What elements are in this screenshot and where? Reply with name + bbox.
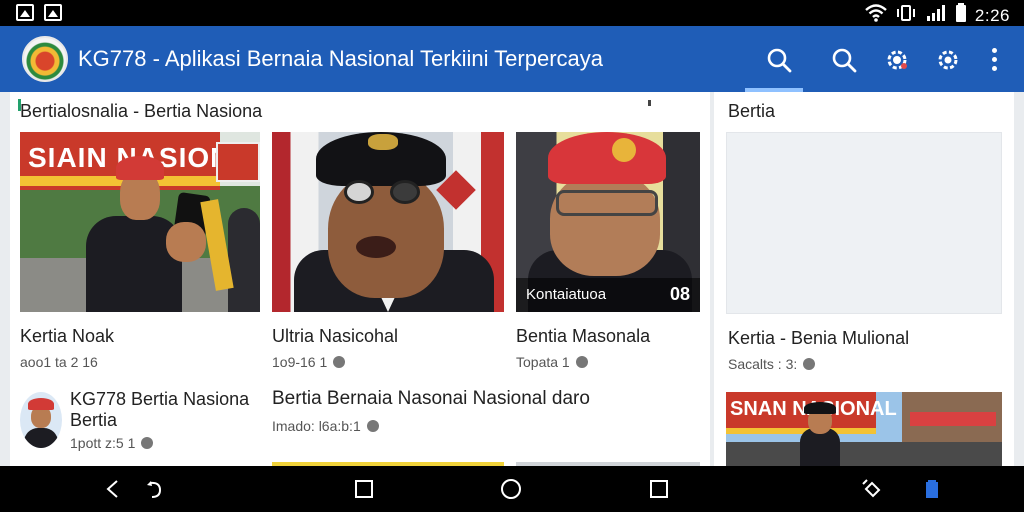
clock-icon: [141, 437, 154, 449]
news-card-title[interactable]: Bentia Masonala: [516, 326, 650, 347]
side-news-meta-text: Sacalts : 3:: [728, 356, 798, 372]
news-card-meta: Topata 1: [516, 354, 588, 370]
clock-icon: [366, 420, 379, 432]
news-row-title[interactable]: KG778 Bertia Nasiona: [70, 389, 249, 410]
news-card-meta-text: 1o9-16 1: [272, 354, 328, 370]
image-overlay: Kontaiatuoa 08: [516, 278, 700, 312]
side-section-title: Bertia: [728, 101, 776, 121]
signal-icon: [925, 4, 947, 27]
side-news-image[interactable]: SNAN NASIONAL: [726, 392, 1002, 466]
mouth: [356, 236, 396, 258]
news-card-image[interactable]: SIAIN NASIONAL: [20, 132, 260, 312]
news-card-image[interactable]: [272, 132, 504, 312]
banner-stripe: [726, 428, 876, 434]
news-card[interactable]: SIAIN NASIONAL Kertia Noak aoo1 ta 2 16: [20, 132, 260, 370]
image-placeholder[interactable]: [726, 132, 1002, 314]
recents-square-icon[interactable]: [648, 478, 670, 500]
glasses: [556, 190, 658, 216]
navigation-bar: [0, 466, 1024, 512]
wifi-icon: [865, 4, 887, 27]
clock: 2:26: [974, 5, 1010, 25]
clock-icon: [333, 356, 346, 368]
background-person: [228, 208, 260, 312]
app-bar: KG778 - Aplikasi Bernaia Nasional Terkii…: [0, 26, 1024, 92]
search-icon-secondary[interactable]: [830, 46, 858, 74]
red-cap: [116, 156, 164, 180]
vibrate-icon: [895, 4, 917, 27]
news-card-title[interactable]: Ultria Nasicohal: [272, 326, 398, 347]
news-row-meta: Imado: l6a:b:1: [272, 418, 379, 434]
section-marker: [648, 100, 651, 106]
image-notification-icon: [44, 4, 62, 21]
search-icon[interactable]: [765, 46, 793, 74]
clock-icon: [575, 356, 588, 368]
status-bar: 2:26: [0, 0, 1024, 26]
undo-icon[interactable]: [144, 478, 166, 500]
rotate-icon[interactable]: [861, 478, 883, 500]
news-card[interactable]: Kontaiatuoa 08 Bentia Masonala Topata 1: [516, 132, 700, 370]
news-card-title[interactable]: Kertia Noak: [20, 326, 114, 347]
person-face: [550, 172, 660, 276]
settings-alert-icon[interactable]: [883, 46, 911, 74]
side-news-panel: Bertia Kertia - Benia Mulional Sacalts :…: [714, 92, 1014, 466]
news-card-image[interactable]: Kontaiatuoa 08: [516, 132, 700, 312]
side-news-title[interactable]: Kertia - Benia Mulional: [728, 328, 909, 349]
main-news-panel: Bertialosnalia - Bertia Nasiona SIAIN NA…: [10, 92, 710, 466]
news-row-meta-text: 1pott z:5 1: [70, 435, 136, 451]
side-news-meta: Sacalts : 3:: [728, 356, 816, 372]
news-card-meta: 1o9-16 1: [272, 354, 346, 370]
news-row-meta-text: Imado: l6a:b:1: [272, 418, 361, 434]
more-vert-icon[interactable]: [990, 48, 998, 72]
content-area: Bertialosnalia - Bertia Nasiona SIAIN NA…: [0, 92, 1024, 466]
banner-sign: [216, 142, 260, 182]
glasses: [390, 180, 420, 204]
settings-icon[interactable]: [934, 46, 962, 74]
news-card-meta: aoo1 ta 2 16: [20, 354, 98, 370]
news-card-meta-text: Topata 1: [516, 354, 570, 370]
shop-sign: [910, 412, 996, 426]
news-row-title[interactable]: Bertia Bernaia Nasonai Nasional daro: [272, 388, 590, 410]
black-cap: [804, 402, 836, 414]
news-card[interactable]: Ultria Nasicohal 1o9-16 1: [272, 132, 504, 370]
avatar[interactable]: [20, 392, 62, 448]
section-title: Bertialosnalia - Bertia Nasiona: [17, 99, 263, 121]
home-circle-icon[interactable]: [500, 478, 522, 500]
square-icon[interactable]: [353, 478, 375, 500]
hand: [166, 222, 206, 262]
clock-icon: [803, 358, 816, 370]
cap-badge: [368, 134, 398, 150]
gallery-notification-icon: [16, 4, 34, 21]
banner-text: SNAN NASIONAL: [726, 392, 897, 432]
app-logo[interactable]: [22, 36, 68, 82]
notification-icon[interactable]: [922, 478, 944, 500]
red-cap: [548, 132, 666, 184]
news-row-meta: 1pott z:5 1: [70, 435, 154, 451]
overlay-label: Kontaiatuoa: [526, 286, 607, 303]
glasses: [344, 180, 374, 204]
app-title: KG778 - Aplikasi Bernaia Nasional Terkii…: [78, 46, 604, 71]
crowd: [726, 442, 1002, 466]
back-chevron-icon[interactable]: [102, 478, 124, 500]
battery-icon: [955, 3, 967, 28]
cap-badge: [612, 138, 636, 162]
news-row-title-line2[interactable]: Bertia: [70, 410, 117, 431]
overlay-count: 08: [669, 284, 690, 304]
